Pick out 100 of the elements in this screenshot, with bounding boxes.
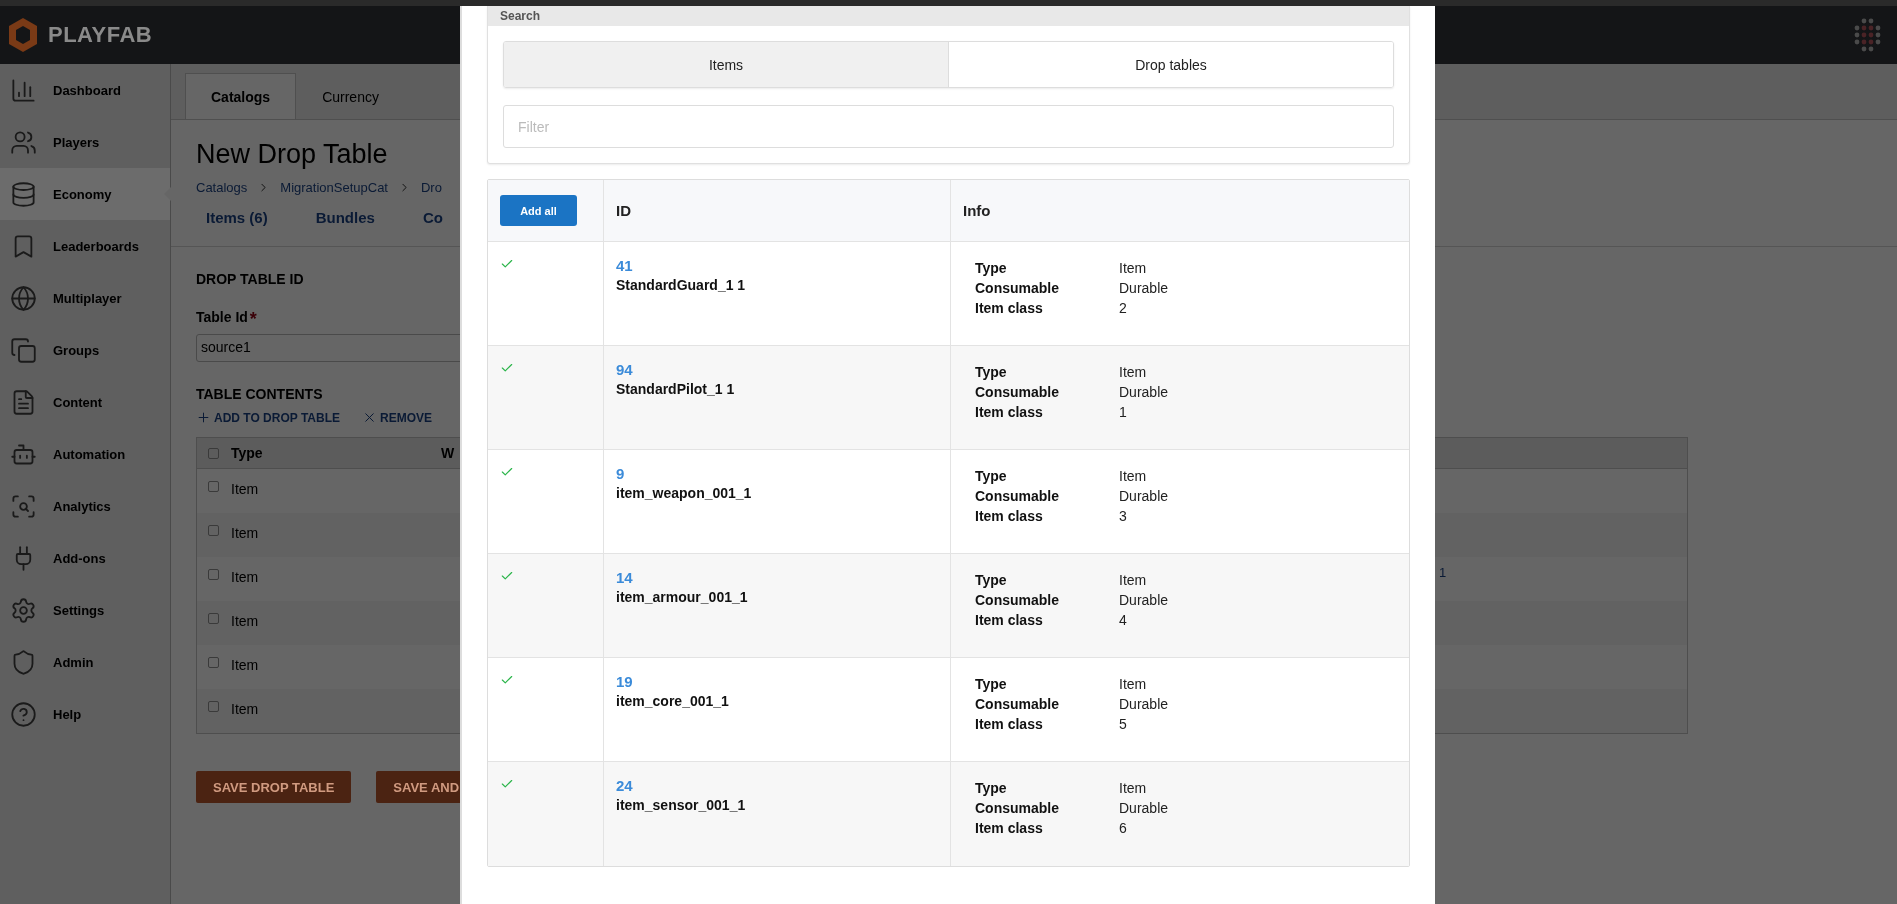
info-value: 2 xyxy=(1119,300,1128,316)
table-cell-text: Item xyxy=(231,481,260,497)
row-checkbox[interactable] xyxy=(208,613,219,624)
table-cell-text: Item xyxy=(231,569,260,585)
row-checkbox[interactable] xyxy=(208,657,219,668)
item-name: StandardGuard_1 1 xyxy=(616,277,747,293)
filter-field[interactable]: Filter xyxy=(503,105,1394,148)
breadcrumb-link[interactable]: Dro xyxy=(421,180,442,195)
segment-tab[interactable]: Items xyxy=(504,42,949,87)
logo-text: PLAYFAB xyxy=(48,22,153,48)
add-link[interactable]: ADD TO DROP TABLE xyxy=(196,410,340,425)
sidebar-item[interactable]: Economy xyxy=(0,168,170,220)
id-link[interactable]: 19 xyxy=(616,673,633,690)
sidebar-item[interactable]: Admin xyxy=(0,636,170,688)
column-header: Info xyxy=(963,202,992,219)
info-value: 6 xyxy=(1119,820,1128,836)
info-value: Durable xyxy=(1119,488,1170,504)
info-label: Consumable xyxy=(975,488,1060,504)
info-label: Consumable xyxy=(975,696,1060,712)
table-cell-text: Item xyxy=(231,525,260,541)
column-header: ID xyxy=(616,202,632,219)
breadcrumb-link[interactable]: Catalogs xyxy=(196,180,248,195)
info-label: Consumable xyxy=(975,384,1060,400)
row-checkbox[interactable] xyxy=(208,481,219,492)
sidebar-item[interactable]: Automation xyxy=(0,428,170,480)
info-label: Item class xyxy=(975,716,1044,732)
info-value: 4 xyxy=(1119,612,1128,628)
info-label: Type xyxy=(975,780,1008,796)
info-value: 5 xyxy=(1119,716,1128,732)
plus-icon xyxy=(196,410,211,425)
info-label: Item class xyxy=(975,508,1044,524)
row-checkbox[interactable] xyxy=(208,701,219,712)
table-cell: 1 xyxy=(1439,565,1447,580)
section-tab[interactable]: Co xyxy=(422,209,443,226)
database-icon xyxy=(10,180,37,208)
help-icon xyxy=(10,700,37,728)
info-value: Durable xyxy=(1119,800,1170,816)
sidebar-item[interactable]: Add-ons xyxy=(0,532,170,584)
item-name: item_weapon_001_1 xyxy=(616,485,753,501)
info-value: 1 xyxy=(1119,404,1128,420)
sidebar-item[interactable]: Content xyxy=(0,376,170,428)
info-label: Consumable xyxy=(975,800,1060,816)
id-link[interactable]: 41 xyxy=(616,257,633,274)
info-label: Consumable xyxy=(975,280,1060,296)
breadcrumb-link[interactable]: MigrationSetupCat xyxy=(280,180,388,195)
tab[interactable]: Currency xyxy=(296,73,405,119)
id-link[interactable]: 14 xyxy=(616,569,633,586)
section-heading: TABLE CONTENTS xyxy=(196,386,323,402)
info-value: 3 xyxy=(1119,508,1128,524)
info-value: Durable xyxy=(1119,384,1170,400)
info-label: Type xyxy=(975,260,1008,276)
section-tab[interactable]: Items (6) xyxy=(206,209,268,226)
remove-link[interactable]: REMOVE xyxy=(362,410,433,425)
item-name: item_armour_001_1 xyxy=(616,589,749,605)
row-checkbox[interactable] xyxy=(208,525,219,536)
field-label: Table Id xyxy=(196,309,248,325)
sidebar-item[interactable]: Players xyxy=(0,116,170,168)
id-link[interactable]: 9 xyxy=(616,465,625,482)
section-heading: DROP TABLE ID xyxy=(196,271,304,287)
info-value: Item xyxy=(1119,572,1148,588)
close-icon xyxy=(362,410,377,425)
required-mark: * xyxy=(249,309,257,330)
id-link[interactable]: 94 xyxy=(616,361,633,378)
table-cell-text: Item xyxy=(231,613,260,629)
sidebar-item[interactable]: Multiplayer xyxy=(0,272,170,324)
segment-tab[interactable]: Drop tables xyxy=(949,42,1393,87)
info-label: Consumable xyxy=(975,592,1060,608)
sidebar-item[interactable]: Analytics xyxy=(0,480,170,532)
row-checkbox[interactable] xyxy=(208,569,219,580)
column-header: W xyxy=(441,445,456,461)
sidebar-item[interactable]: Leaderboards xyxy=(0,220,170,272)
tab[interactable]: Catalogs xyxy=(185,73,297,119)
dot-grid-icon[interactable] xyxy=(1853,17,1883,53)
id-link[interactable]: 24 xyxy=(616,777,633,794)
sidebar-item[interactable]: Settings xyxy=(0,584,170,636)
item-name: item_sensor_001_1 xyxy=(616,797,747,813)
info-label: Type xyxy=(975,676,1008,692)
info-value: Durable xyxy=(1119,280,1170,296)
info-label: Item class xyxy=(975,612,1044,628)
table-cell-text: Item xyxy=(231,657,260,673)
table-cell-text: Item xyxy=(231,701,260,717)
panel-title: Search xyxy=(488,6,1409,26)
info-value: Durable xyxy=(1119,696,1170,712)
sidebar-item[interactable]: Groups xyxy=(0,324,170,376)
save-button[interactable]: SAVE DROP TABLE xyxy=(196,771,352,803)
sidebar-item[interactable]: Help xyxy=(0,688,170,740)
select-all-checkbox[interactable] xyxy=(208,447,219,459)
sidebar-item[interactable]: Dashboard xyxy=(0,64,170,116)
info-value: Item xyxy=(1119,780,1148,796)
info-value: Item xyxy=(1119,676,1148,692)
info-value: Item xyxy=(1119,364,1148,380)
add-all-button[interactable]: Add all xyxy=(500,195,577,226)
info-label: Type xyxy=(975,364,1008,380)
info-value: Item xyxy=(1119,468,1148,484)
page-title: New Drop Table xyxy=(196,139,388,170)
globe-icon xyxy=(10,284,37,312)
info-label: Type xyxy=(975,572,1008,588)
section-tab[interactable]: Bundles xyxy=(315,209,375,226)
info-label: Item class xyxy=(975,404,1044,420)
column-header: Type xyxy=(231,445,264,461)
